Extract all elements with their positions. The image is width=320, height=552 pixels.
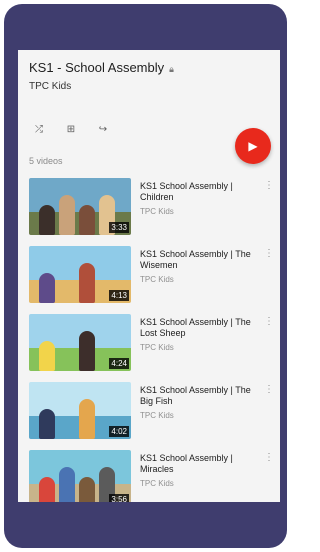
thumbnail-figure xyxy=(59,195,75,235)
playlist-channel[interactable]: TPC Kids xyxy=(29,81,71,92)
video-duration: 4:02 xyxy=(109,426,129,437)
video-thumbnail[interactable]: 4:02 xyxy=(29,382,131,439)
video-title[interactable]: KS1 School Assembly | Children xyxy=(140,181,258,203)
video-duration: 4:13 xyxy=(109,290,129,301)
thumbnail-figure xyxy=(79,331,95,371)
more-options-button[interactable]: ⋮ xyxy=(264,248,274,259)
list-item[interactable]: 3:33 KS1 School Assembly | Children TPC Ki… xyxy=(18,178,280,246)
more-vert-icon: ⋮ xyxy=(264,248,274,259)
add-to-library-icon: ⊞ xyxy=(66,124,76,135)
video-thumbnail[interactable]: 4:24 xyxy=(29,314,131,371)
video-thumbnail[interactable]: 4:13 xyxy=(29,246,131,303)
play-all-button[interactable]: ▶ xyxy=(235,128,271,164)
video-channel: TPC Kids xyxy=(140,207,174,216)
thumbnail-figure xyxy=(39,409,55,439)
thumbnail-figure xyxy=(79,399,95,439)
thumbnail-figure xyxy=(39,341,55,371)
list-item[interactable]: 3:56 KS1 School Assembly | Miracles TPC Ki… xyxy=(18,450,280,502)
video-title[interactable]: KS1 School Assembly | The Wisemen xyxy=(140,249,258,271)
list-item[interactable]: 4:13 KS1 School Assembly | The Wisemen TPC… xyxy=(18,246,280,314)
video-count: 5 videos xyxy=(29,156,63,166)
video-title[interactable]: KS1 School Assembly | Miracles xyxy=(140,453,258,475)
thumbnail-figure xyxy=(59,467,75,502)
more-options-button[interactable]: ⋮ xyxy=(264,384,274,395)
playlist-screen: KS1 - School Assembly 🔒︎ TPC Kids ⤮ ⊞ ↪ ▶ 5… xyxy=(18,50,280,502)
more-options-button[interactable]: ⋮ xyxy=(264,452,274,463)
more-vert-icon: ⋮ xyxy=(264,316,274,327)
video-title[interactable]: KS1 School Assembly | The Big Fish xyxy=(140,385,258,407)
video-duration: 3:33 xyxy=(109,222,129,233)
share-icon: ↪ xyxy=(98,124,108,135)
video-channel: TPC Kids xyxy=(140,275,174,284)
play-icon: ▶ xyxy=(248,139,258,153)
list-item[interactable]: 4:24 KS1 School Assembly | The Lost Sheep… xyxy=(18,314,280,382)
video-title[interactable]: KS1 School Assembly | The Lost Sheep xyxy=(140,317,258,339)
more-options-button[interactable]: ⋮ xyxy=(264,180,274,191)
thumbnail-figure xyxy=(39,477,55,502)
more-vert-icon: ⋮ xyxy=(264,452,274,463)
save-to-library-button[interactable]: ⊞ xyxy=(62,123,80,137)
thumbnail-figure xyxy=(79,205,95,235)
thumbnail-figure xyxy=(39,273,55,303)
video-channel: TPC Kids xyxy=(140,479,174,488)
more-options-button[interactable]: ⋮ xyxy=(264,316,274,327)
lock-icon: 🔒︎ xyxy=(169,64,174,74)
video-duration: 3:56 xyxy=(109,494,129,502)
video-channel: TPC Kids xyxy=(140,411,174,420)
shuffle-icon: ⤮ xyxy=(35,124,43,135)
shuffle-button[interactable]: ⤮ xyxy=(30,123,48,137)
playlist-header: KS1 - School Assembly 🔒︎ xyxy=(29,60,174,75)
thumbnail-figure xyxy=(39,205,55,235)
thumbnail-figure xyxy=(79,477,95,502)
video-channel: TPC Kids xyxy=(140,343,174,352)
more-vert-icon: ⋮ xyxy=(264,384,274,395)
video-thumbnail[interactable]: 3:33 xyxy=(29,178,131,235)
video-duration: 4:24 xyxy=(109,358,129,369)
playlist-title: KS1 - School Assembly xyxy=(29,60,165,75)
more-vert-icon: ⋮ xyxy=(264,180,274,191)
share-button[interactable]: ↪ xyxy=(94,123,112,137)
video-thumbnail[interactable]: 3:56 xyxy=(29,450,131,502)
thumbnail-figure xyxy=(79,263,95,303)
list-item[interactable]: 4:02 KS1 School Assembly | The Big Fish TP… xyxy=(18,382,280,450)
